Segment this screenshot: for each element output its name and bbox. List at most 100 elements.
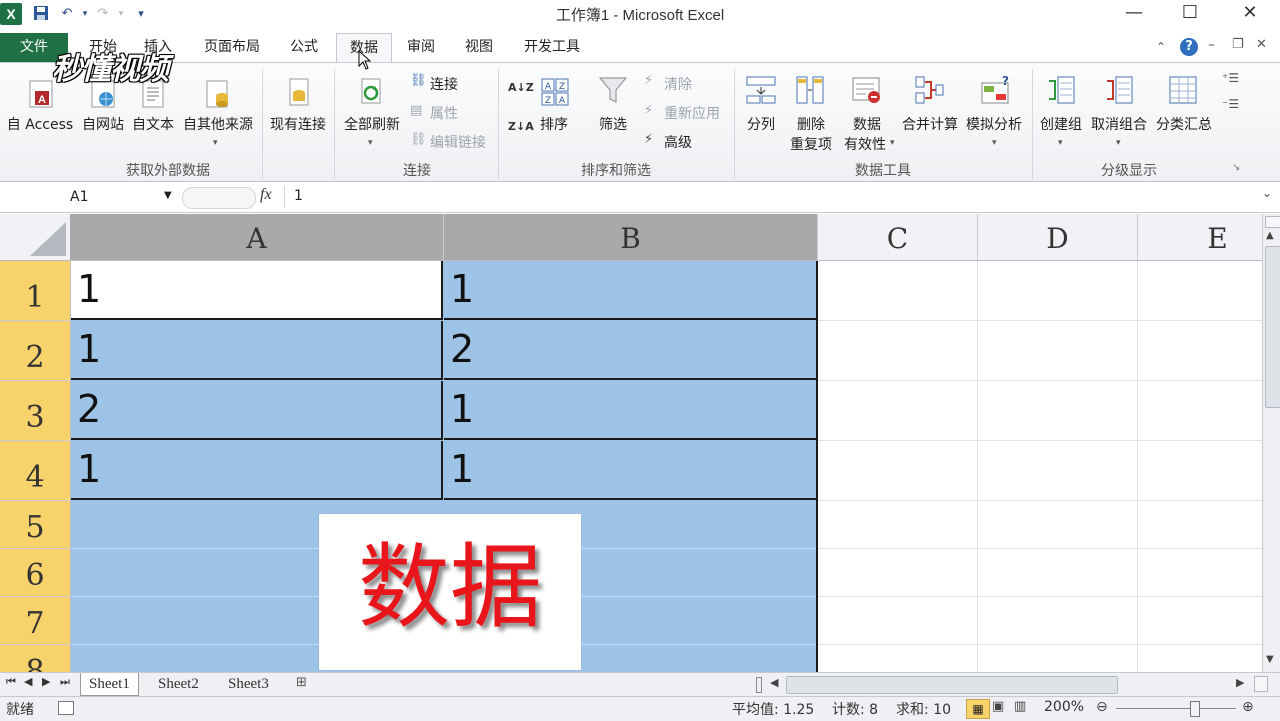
from-other-sources-button[interactable]: 自其他来源 bbox=[178, 114, 258, 134]
sort-descending-icon[interactable]: Z↓A bbox=[508, 120, 534, 133]
vertical-scrollbar[interactable]: ▲ ▼ bbox=[1262, 214, 1280, 672]
text-to-columns-button[interactable]: 分列 bbox=[740, 114, 782, 134]
tab-page-layout[interactable]: 页面布局 bbox=[196, 33, 268, 62]
column-header-a[interactable]: A bbox=[70, 214, 444, 261]
advanced-button[interactable]: 高级 bbox=[664, 132, 692, 152]
existing-connections-button[interactable]: 现有连接 bbox=[266, 114, 330, 134]
zoom-in-icon[interactable]: ⊕ bbox=[1242, 699, 1254, 715]
group-button[interactable]: 创建组 bbox=[1036, 114, 1086, 134]
horizontal-split-box[interactable] bbox=[1254, 676, 1268, 692]
zoom-out-icon[interactable]: ⊖ bbox=[1096, 699, 1108, 715]
cell-b2[interactable]: 2 bbox=[444, 321, 817, 380]
row-header-2[interactable]: 2 bbox=[0, 321, 71, 381]
tab-developer[interactable]: 开发工具 bbox=[514, 33, 590, 62]
last-sheet-icon[interactable]: ⏭ bbox=[60, 675, 70, 689]
consolidate-button[interactable]: 合并计算 bbox=[898, 114, 962, 134]
what-if-dropdown-icon[interactable]: ▾ bbox=[992, 138, 997, 148]
validation-dropdown-icon[interactable]: ▾ bbox=[890, 138, 895, 148]
outline-settings-icon[interactable]: ↘ bbox=[1232, 162, 1240, 173]
page-break-view-icon[interactable]: ▥ bbox=[1014, 699, 1026, 714]
first-sheet-icon[interactable]: ⏮ bbox=[6, 675, 16, 689]
expand-formula-bar-icon[interactable]: ⌄ bbox=[1262, 186, 1272, 200]
other-sources-dropdown-icon[interactable]: ▾ bbox=[213, 138, 218, 148]
zoom-slider-thumb[interactable] bbox=[1190, 701, 1200, 717]
close-button[interactable]: ✕ bbox=[1227, 0, 1273, 28]
from-access-button[interactable]: 自 Access bbox=[4, 114, 76, 134]
what-if-analysis-button[interactable]: 模拟分析 bbox=[962, 114, 1026, 134]
from-text-button[interactable]: 自文本 bbox=[128, 114, 178, 134]
page-layout-view-icon[interactable]: ▣ bbox=[992, 699, 1004, 714]
tab-formulas[interactable]: 公式 bbox=[282, 33, 326, 62]
column-header-d[interactable]: D bbox=[978, 214, 1138, 261]
insert-sheet-icon[interactable]: ⊞ bbox=[296, 675, 307, 690]
normal-view-icon[interactable]: ▦ bbox=[966, 699, 990, 719]
column-header-c[interactable]: C bbox=[818, 214, 978, 261]
row-header-5[interactable]: 5 bbox=[0, 501, 71, 549]
show-detail-icon[interactable]: ⁺☰ bbox=[1222, 71, 1239, 85]
row-header-1[interactable]: 1 bbox=[0, 261, 71, 321]
tab-split-handle[interactable] bbox=[756, 677, 762, 693]
close-workbook-icon[interactable]: ✕ bbox=[1256, 37, 1267, 52]
cell-b3[interactable]: 1 bbox=[444, 381, 817, 440]
zoom-slider-track[interactable] bbox=[1116, 708, 1236, 709]
reapply-button[interactable]: 重新应用 bbox=[664, 103, 720, 123]
minimize-button[interactable]: — bbox=[1111, 0, 1157, 28]
sort-ascending-icon[interactable]: A↓Z bbox=[508, 81, 534, 94]
filter-button[interactable]: 筛选 bbox=[592, 114, 634, 134]
vertical-scroll-thumb[interactable] bbox=[1265, 246, 1280, 408]
worksheet-grid[interactable]: A B C D E 1 2 3 4 5 6 7 8 1 1 1 2 2 1 1 … bbox=[0, 214, 1262, 672]
connections-button[interactable]: 连接 bbox=[430, 74, 458, 94]
cell-b1[interactable]: 1 bbox=[444, 261, 817, 320]
prev-sheet-icon[interactable]: ◀ bbox=[24, 675, 32, 688]
sheet-tab-1[interactable]: Sheet1 bbox=[80, 673, 139, 696]
name-box-dropdown-icon[interactable]: ▼ bbox=[164, 190, 172, 201]
column-header-b[interactable]: B bbox=[444, 214, 818, 261]
split-box[interactable] bbox=[1265, 216, 1280, 228]
maximize-button[interactable]: ☐ bbox=[1167, 0, 1213, 28]
macro-record-icon[interactable] bbox=[58, 701, 74, 715]
remove-duplicates-button[interactable]: 删除 bbox=[790, 114, 832, 134]
row-header-6[interactable]: 6 bbox=[0, 549, 71, 597]
help-icon[interactable]: ? bbox=[1180, 38, 1198, 56]
horizontal-scroll-thumb[interactable] bbox=[786, 676, 1118, 694]
column-header-e[interactable]: E bbox=[1138, 214, 1262, 261]
sheet-tab-3[interactable]: Sheet3 bbox=[220, 673, 277, 695]
row-header-8[interactable]: 8 bbox=[0, 645, 71, 672]
ungroup-dropdown-icon[interactable]: ▾ bbox=[1116, 138, 1121, 148]
properties-button[interactable]: 属性 bbox=[430, 103, 458, 123]
scroll-right-icon[interactable]: ▶ bbox=[1236, 676, 1244, 689]
next-sheet-icon[interactable]: ▶ bbox=[42, 675, 50, 688]
ungroup-button[interactable]: 取消组合 bbox=[1088, 114, 1150, 134]
sheet-tab-2[interactable]: Sheet2 bbox=[150, 673, 207, 695]
cell-a1[interactable]: 1 bbox=[71, 261, 443, 320]
row-header-4[interactable]: 4 bbox=[0, 441, 71, 501]
scroll-down-icon[interactable]: ▼ bbox=[1266, 654, 1274, 665]
cell-a3[interactable]: 2 bbox=[71, 381, 443, 440]
subtotal-button[interactable]: 分类汇总 bbox=[1152, 114, 1216, 134]
hide-detail-icon[interactable]: ⁻☰ bbox=[1222, 97, 1239, 111]
clear-button[interactable]: 清除 bbox=[664, 74, 692, 94]
sort-button[interactable]: 排序 bbox=[534, 114, 574, 134]
formula-bar-resize-handle[interactable] bbox=[182, 187, 256, 209]
tab-review[interactable]: 审阅 bbox=[398, 33, 444, 62]
minimize-workbook-icon[interactable]: – bbox=[1208, 37, 1215, 53]
refresh-dropdown-icon[interactable]: ▾ bbox=[368, 138, 373, 148]
restore-workbook-icon[interactable]: ❐ bbox=[1232, 37, 1244, 52]
zoom-level[interactable]: 200% bbox=[1044, 699, 1084, 715]
collapse-ribbon-icon[interactable]: ⌃ bbox=[1156, 40, 1166, 54]
cell-a4[interactable]: 1 bbox=[71, 441, 443, 500]
name-box[interactable]: A1 ▼ bbox=[0, 187, 176, 209]
from-web-button[interactable]: 自网站 bbox=[78, 114, 128, 134]
insert-function-icon[interactable]: fx bbox=[260, 186, 272, 204]
row-header-7[interactable]: 7 bbox=[0, 597, 71, 645]
tab-view[interactable]: 视图 bbox=[456, 33, 502, 62]
group-dropdown-icon[interactable]: ▾ bbox=[1058, 138, 1063, 148]
row-header-3[interactable]: 3 bbox=[0, 381, 71, 441]
select-all-button[interactable] bbox=[0, 214, 71, 261]
scroll-left-icon[interactable]: ◀ bbox=[770, 676, 778, 689]
refresh-all-button[interactable]: 全部刷新 bbox=[340, 114, 404, 134]
formula-input[interactable]: 1 bbox=[294, 188, 303, 204]
data-validation-button[interactable]: 数据 bbox=[846, 114, 888, 134]
edit-links-button[interactable]: 编辑链接 bbox=[430, 132, 486, 152]
cell-a2[interactable]: 1 bbox=[71, 321, 443, 380]
